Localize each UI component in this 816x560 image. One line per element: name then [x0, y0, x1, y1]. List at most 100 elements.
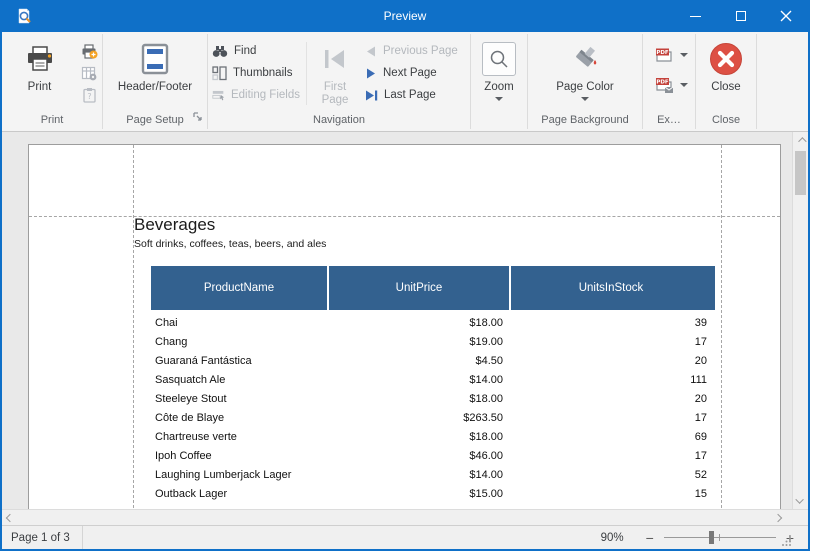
table-cell: Guaraná Fantástica — [155, 354, 252, 367]
editing-fields-button[interactable]: Editing Fields — [208, 84, 304, 106]
zoom-slider[interactable] — [663, 531, 776, 544]
page-setup-button[interactable] — [77, 62, 102, 84]
table-header-row: ProductName UnitPrice UnitsInStock — [151, 266, 715, 310]
zoom-button-frame — [482, 42, 516, 76]
scroll-left-button[interactable] — [2, 510, 18, 525]
table-cell: 69 — [694, 430, 707, 443]
table-cell: Steeleye Stout — [155, 392, 227, 405]
maximize-icon — [735, 11, 746, 21]
preview-window: Preview Print ? Print Header/Footer Page… — [0, 0, 810, 551]
page-setup-icon — [81, 66, 97, 80]
column-header-unitprice: UnitPrice — [327, 266, 509, 310]
next-page-button[interactable]: Next Page — [361, 62, 465, 84]
send-pdf-email-button[interactable]: PDF — [650, 70, 695, 100]
close-icon — [780, 10, 791, 22]
nav-left-column: Find Thumbnails Editing Fields — [208, 36, 304, 111]
export-to-pdf-button[interactable]: PDF — [650, 40, 695, 70]
ribbon-group-page-setup: Header/Footer Page Setup — [103, 32, 207, 131]
page-setup-group-label: Page Setup — [126, 114, 184, 126]
close-window-button[interactable] — [763, 0, 808, 32]
export-pdf-icon: PDF — [656, 48, 672, 62]
table-cell: 39 — [694, 316, 707, 329]
scrollbar-corner — [792, 510, 808, 525]
table-cell: $14.00 — [469, 468, 503, 481]
chevron-up-icon — [798, 137, 807, 146]
page-indicator: Page 1 of 3 — [2, 526, 83, 549]
thumbnails-button[interactable]: Thumbnails — [208, 62, 304, 84]
first-page-button[interactable]: First Page — [309, 36, 361, 111]
send-email-dropdown-caret — [680, 83, 688, 87]
zoom-button[interactable]: Zoom — [476, 36, 522, 111]
table-cell: $4.50 — [475, 354, 503, 367]
editing-fields-label: Editing Fields — [230, 89, 300, 101]
find-button[interactable]: Find — [208, 40, 304, 62]
ribbon: Print ? Print Header/Footer Page Setup F… — [2, 32, 808, 132]
minimize-button[interactable] — [673, 0, 718, 32]
chevron-down-icon — [795, 495, 804, 504]
table-row: Chai $18.00 39 — [151, 313, 715, 332]
last-page-icon — [366, 90, 378, 100]
document-viewport[interactable]: Beverages Soft drinks, coffees, teas, be… — [2, 132, 808, 509]
scroll-down-button[interactable] — [793, 493, 808, 509]
close-preview-icon — [710, 43, 742, 75]
print-small-buttons: ? — [77, 36, 102, 111]
table-cell: Chai — [155, 316, 178, 329]
table-cell: 111 — [690, 373, 707, 386]
resize-grip-icon[interactable] — [781, 536, 792, 547]
last-page-button[interactable]: Last Page — [361, 84, 465, 106]
table-row: Chang $19.00 17 — [151, 332, 715, 351]
previous-page-button[interactable]: Previous Page — [361, 40, 465, 62]
report-table: ProductName UnitPrice UnitsInStock Chai $… — [151, 266, 715, 503]
print-options-button[interactable]: ? — [77, 84, 102, 106]
close-preview-label: Close — [711, 81, 741, 93]
report-page: Beverages Soft drinks, coffees, teas, be… — [28, 144, 781, 509]
chevron-left-icon — [5, 513, 15, 522]
table-row: Outback Lager $15.00 15 — [151, 484, 715, 503]
thumbnails-icon — [212, 65, 227, 80]
page-setup-dialog-launcher[interactable] — [193, 109, 203, 127]
print-button-label: Print — [27, 81, 52, 93]
nav-right-column: Previous Page Next Page Last Page — [361, 36, 465, 111]
editing-fields-icon — [212, 90, 225, 101]
export-buttons-column: PDF PDF — [643, 36, 695, 111]
page-color-button[interactable]: Page Color — [550, 36, 620, 111]
zoom-percentage: 90% — [600, 531, 624, 544]
table-row: Guaraná Fantástica $4.50 20 — [151, 351, 715, 370]
scroll-up-button[interactable] — [793, 132, 808, 148]
previous-page-label: Previous Page — [383, 45, 458, 57]
quick-print-icon — [82, 43, 98, 59]
table-cell: $19.00 — [469, 335, 503, 348]
last-page-label: Last Page — [384, 89, 436, 101]
scroll-right-button[interactable] — [770, 510, 786, 525]
svg-text:PDF: PDF — [656, 50, 669, 56]
zoom-out-button[interactable]: − — [646, 531, 654, 545]
table-row: Chartreuse verte $18.00 69 — [151, 427, 715, 446]
margin-guide-right — [721, 145, 722, 509]
close-group-label: Close — [711, 114, 741, 126]
header-footer-label: Header/Footer — [117, 81, 193, 93]
close-preview-button[interactable]: Close — [703, 36, 749, 111]
table-cell: Chang — [155, 335, 188, 348]
print-button[interactable]: Print — [2, 36, 77, 111]
vertical-scrollbar-thumb[interactable] — [795, 151, 806, 195]
quick-print-button[interactable] — [77, 40, 102, 62]
vertical-scrollbar[interactable] — [792, 132, 808, 509]
horizontal-scrollbar[interactable] — [2, 509, 808, 525]
table-cell: $18.00 — [469, 392, 503, 405]
zoom-slider-thumb[interactable] — [708, 531, 714, 544]
header-footer-button[interactable]: Header/Footer — [112, 36, 198, 111]
find-icon — [212, 46, 228, 57]
column-header-productname: ProductName — [203, 282, 275, 294]
page-color-label: Page Color — [556, 81, 614, 93]
table-cell: 20 — [694, 392, 707, 405]
next-page-icon — [367, 68, 375, 78]
options-icon: ? — [83, 87, 96, 103]
column-header-unitsinstock: UnitsInStock — [509, 266, 711, 310]
zoom-button-label: Zoom — [484, 81, 514, 93]
table-cell: Outback Lager — [155, 487, 228, 500]
table-cell: 17 — [694, 411, 707, 424]
next-page-label: Next Page — [383, 67, 437, 79]
report-subtitle: Soft drinks, coffees, teas, beers, and a… — [134, 238, 327, 250]
table-row: Sasquatch Ale $14.00 111 — [151, 370, 715, 389]
maximize-button[interactable] — [718, 0, 763, 32]
